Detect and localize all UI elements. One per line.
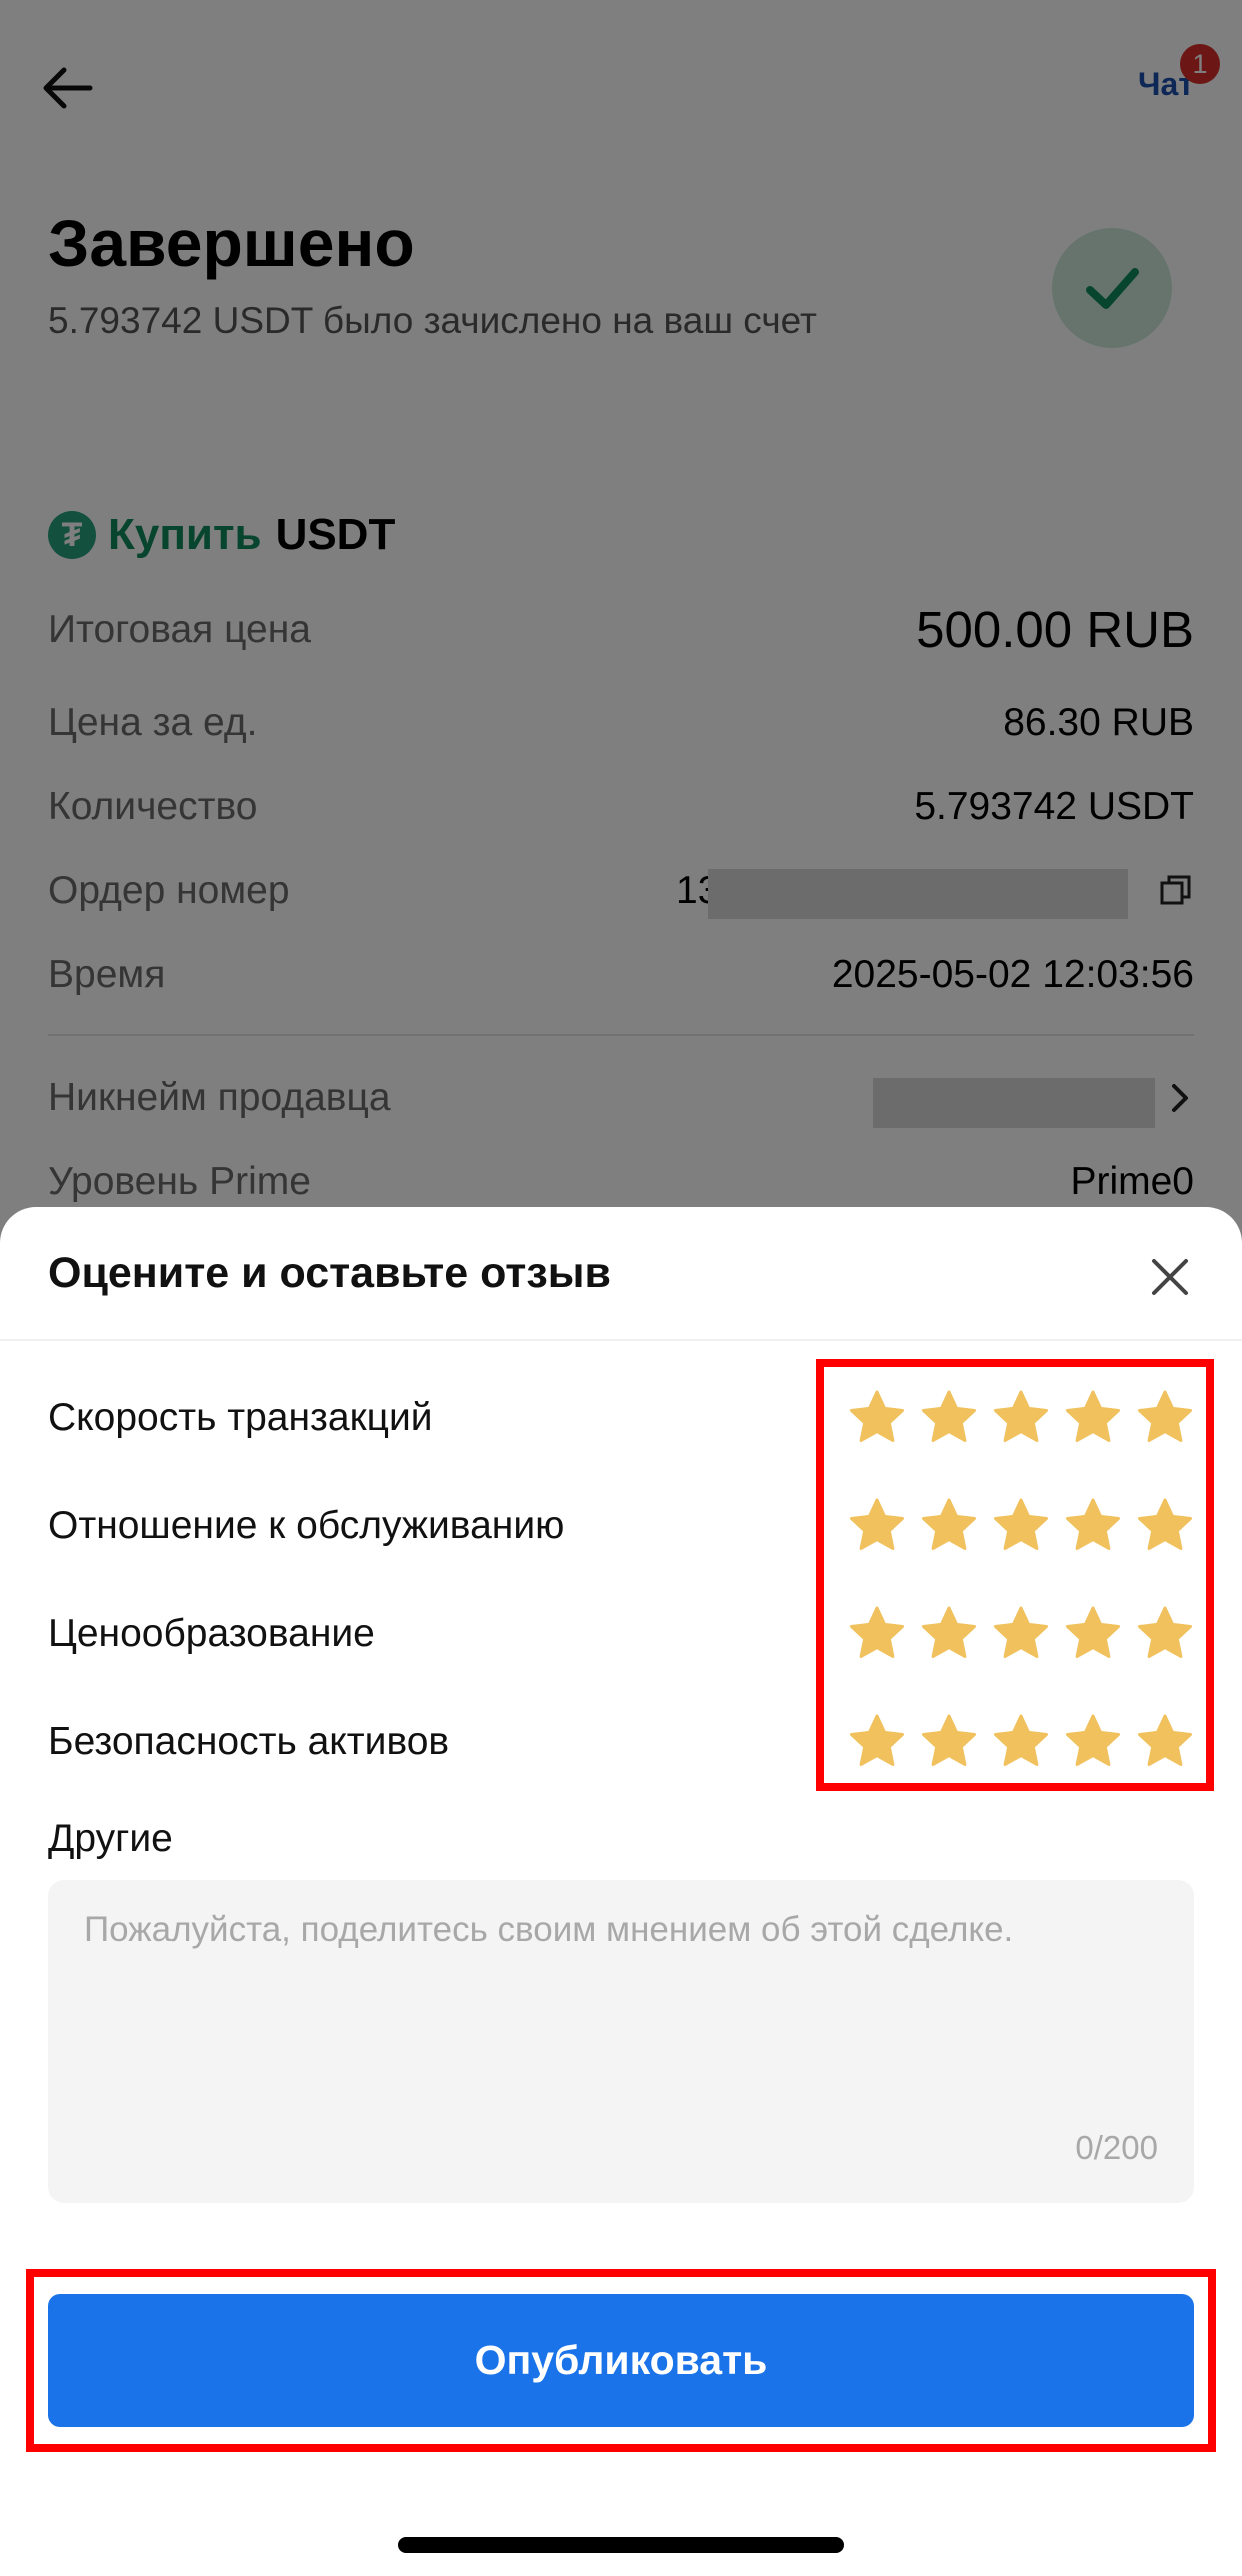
rating-label-service: Отношение к обслуживанию: [48, 1504, 565, 1547]
home-indicator: [398, 2537, 844, 2553]
other-comments-label: Другие: [48, 1817, 173, 1860]
stars-highlight-box: [816, 1359, 1214, 1791]
comment-char-count: 0/200: [1075, 2129, 1158, 2166]
comment-box: 0/200: [48, 1880, 1194, 2203]
rating-label-speed: Скорость транзакций: [48, 1396, 433, 1439]
rating-label-pricing: Ценообразование: [48, 1612, 375, 1655]
review-sheet-title: Оцените и оставьте отзыв: [48, 1249, 611, 1297]
comment-input[interactable]: [48, 1880, 1194, 2203]
publish-button[interactable]: Опубликовать: [48, 2294, 1194, 2427]
close-icon[interactable]: [1148, 1255, 1192, 1299]
rating-label-security: Безопасность активов: [48, 1720, 450, 1763]
review-bottom-sheet: Оцените и оставьте отзыв Скорость транза…: [0, 1207, 1242, 2576]
sheet-header-divider: [0, 1339, 1242, 1341]
